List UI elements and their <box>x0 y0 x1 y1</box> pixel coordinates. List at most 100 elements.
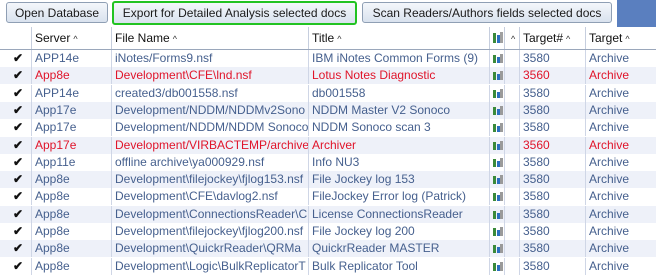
table-row[interactable]: ✔ App17e Development/NDDM/NDDM Sonoco NDDM … <box>0 119 656 137</box>
database-replica-icon <box>493 88 503 98</box>
database-replica-icon <box>493 192 503 202</box>
row-empty-cell <box>505 101 520 119</box>
row-target-cell: Archive <box>589 154 630 169</box>
export-detailed-analysis-button[interactable]: Export for Detailed Analysis selected do… <box>112 1 357 25</box>
header-sort-column[interactable]: ^ <box>505 27 520 49</box>
row-server-cell: App8e <box>32 240 112 258</box>
row-server-cell: APP14e <box>32 84 112 102</box>
row-server-cell: App8e <box>32 188 112 206</box>
header-target[interactable]: Target ^ <box>586 27 656 49</box>
row-database-icon-cell <box>490 119 505 137</box>
header-icon-column[interactable] <box>490 27 505 49</box>
row-selected-checkmark-icon[interactable]: ✔ <box>0 50 32 67</box>
row-title-cell: IBM iNotes Common Forms (9) <box>309 50 490 67</box>
row-file-cell: Development/VIRBACTEMP/archive <box>112 136 309 154</box>
row-num-cell: 3580 <box>520 153 586 171</box>
table-row[interactable]: ✔ APP14e created3/db001558.nsf db001558 3580… <box>0 84 656 102</box>
row-title-cell: db001558 <box>309 84 490 102</box>
row-selected-checkmark-icon[interactable]: ✔ <box>0 188 32 206</box>
row-database-icon-cell <box>490 136 505 154</box>
row-title-cell: NDDM Sonoco scan 3 <box>309 119 490 137</box>
row-selected-checkmark-icon[interactable]: ✔ <box>0 84 32 102</box>
row-server-cell: App8e <box>32 257 112 275</box>
database-replica-icon <box>493 209 503 219</box>
table-row[interactable]: ✔ App8e Development\Logic\BulkReplicatorT B… <box>0 257 656 275</box>
row-num-cell: 3580 <box>520 171 586 189</box>
database-replica-icon <box>493 261 503 271</box>
row-selected-checkmark-icon[interactable]: ✔ <box>0 119 32 137</box>
table-row[interactable]: ✔ App8e Development\CFE\lnd.nsf Lotus Notes… <box>0 67 656 85</box>
database-replica-icon <box>493 140 503 150</box>
row-empty-cell <box>505 84 520 102</box>
row-server-cell: APP14e <box>32 50 112 67</box>
sort-arrow-icon: ^ <box>337 34 342 44</box>
row-empty-cell <box>505 240 520 258</box>
row-file-cell: Development\ConnectionsReader\C <box>112 205 309 223</box>
open-database-button[interactable]: Open Database <box>6 2 108 23</box>
row-selected-checkmark-icon[interactable]: ✔ <box>0 171 32 189</box>
header-file-name[interactable]: File Name ^ <box>112 27 309 49</box>
sort-arrow-icon: ^ <box>511 34 516 44</box>
database-replica-icon <box>493 175 503 185</box>
row-empty-cell <box>505 205 520 223</box>
row-target-cell: Archive <box>589 258 630 273</box>
row-file-cell: iNotes/Forms9.nsf <box>112 50 309 67</box>
row-selected-checkmark-icon[interactable]: ✔ <box>0 136 32 154</box>
header-server[interactable]: Server ^ <box>32 27 112 49</box>
row-selected-checkmark-icon[interactable]: ✔ <box>0 67 32 85</box>
row-target-cell: Archive <box>589 102 630 117</box>
row-title-cell: Bulk Replicator Tool <box>309 257 490 275</box>
sort-arrow-icon: ^ <box>73 34 78 44</box>
scan-readers-authors-button[interactable]: Scan Readers/Authors fields selected doc… <box>362 2 612 23</box>
row-server-cell: App17e <box>32 101 112 119</box>
row-server-cell: App17e <box>32 119 112 137</box>
row-selected-checkmark-icon[interactable]: ✔ <box>0 257 32 275</box>
row-selected-checkmark-icon[interactable]: ✔ <box>0 101 32 119</box>
row-num-cell: 3580 <box>520 223 586 240</box>
row-empty-cell <box>505 67 520 85</box>
row-server-cell: App11e <box>32 153 112 171</box>
table-row[interactable]: ✔ App8e Development\CFE\davlog2.nsf FileJoc… <box>0 188 656 206</box>
row-database-icon-cell <box>490 171 505 189</box>
table-row[interactable]: ✔ App8e Development\filejockey\fjlog153.ns… <box>0 171 656 189</box>
row-selected-checkmark-icon[interactable]: ✔ <box>0 205 32 223</box>
row-title-cell: File Jockey log 153 <box>309 171 490 189</box>
row-num-cell: 3580 <box>520 240 586 258</box>
row-num-cell: 3580 <box>520 188 586 206</box>
row-empty-cell <box>505 188 520 206</box>
row-database-icon-cell <box>490 188 505 206</box>
row-empty-cell <box>505 119 520 137</box>
table-row[interactable]: ✔ APP14e iNotes/Forms9.nsf IBM iNotes Commo… <box>0 50 656 67</box>
row-title-cell: Archiver <box>309 136 490 154</box>
header-target-number-label: Target# <box>523 31 564 45</box>
database-replica-icon <box>493 244 503 254</box>
row-file-cell: Development\QuickrReader\QRMa <box>112 240 309 258</box>
row-database-icon-cell <box>490 84 505 102</box>
row-num-cell: 3560 <box>520 136 586 154</box>
table-row[interactable]: ✔ App8e Development\ConnectionsReader\C Lic… <box>0 205 656 223</box>
database-replica-icon <box>493 157 503 167</box>
row-target-cell: Archive <box>589 120 630 135</box>
table-row[interactable]: ✔ App8e Development\filejockey\fjlog200.ns… <box>0 223 656 240</box>
sort-arrow-icon: ^ <box>172 34 177 44</box>
database-replica-icon <box>493 105 503 115</box>
row-file-cell: Development\filejockey\fjlog153.nsf <box>112 171 309 189</box>
row-num-cell: 3580 <box>520 119 586 137</box>
header-title[interactable]: Title ^ <box>309 27 490 49</box>
row-file-cell: offline archive\ya000929.nsf <box>112 153 309 171</box>
table-row[interactable]: ✔ App17e Development/NDDM/NDDMv2Sono NDDM M… <box>0 101 656 119</box>
header-target-number[interactable]: Target# ^ <box>520 27 586 49</box>
row-num-cell: 3580 <box>520 101 586 119</box>
header-check-column[interactable] <box>0 27 32 49</box>
row-selected-checkmark-icon[interactable]: ✔ <box>0 240 32 258</box>
row-file-cell: Development\filejockey\fjlog200.nsf <box>112 223 309 240</box>
row-database-icon-cell <box>490 50 505 67</box>
row-selected-checkmark-icon[interactable]: ✔ <box>0 223 32 240</box>
table-row[interactable]: ✔ App17e Development/VIRBACTEMP/archive Arc… <box>0 136 656 154</box>
table-row[interactable]: ✔ App8e Development\QuickrReader\QRMa Quick… <box>0 240 656 258</box>
database-type-icon <box>493 32 503 43</box>
row-selected-checkmark-icon[interactable]: ✔ <box>0 153 32 171</box>
row-database-icon-cell <box>490 67 505 85</box>
row-file-cell: Development\Logic\BulkReplicatorT <box>112 257 309 275</box>
table-row[interactable]: ✔ App11e offline archive\ya000929.nsf Info … <box>0 153 656 171</box>
